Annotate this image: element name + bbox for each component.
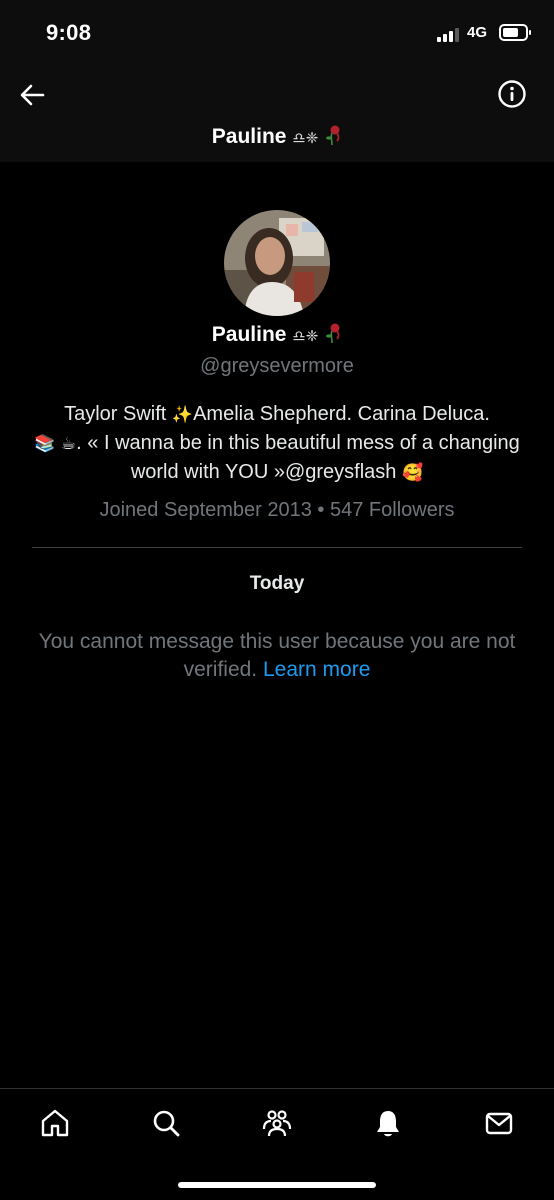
divider [32,547,522,548]
joined-date: Joined September 2013 [99,499,312,521]
communities-tab[interactable] [261,1107,293,1139]
profile-name-symbols: ♎︎❈ [292,328,319,345]
smiling-hearts-emoji: 🥰 [401,463,424,482]
meta-separator: • [317,499,325,521]
date-separator: Today [249,573,305,594]
profile-handle[interactable]: @greysevermore [0,355,554,378]
status-time: 9:08 [46,20,92,45]
profile-display-name: Pauline [211,323,287,346]
wilted-rose-icon [326,323,340,344]
notifications-tab[interactable] [372,1107,404,1139]
messages-tab[interactable] [483,1107,515,1139]
bio-text: . « I wanna be in this beautiful mess of… [76,432,520,483]
conversation-header: Pauline ♎︎❈ [0,66,554,162]
status-bar: 9:08 4G [0,0,554,66]
info-button[interactable] [496,78,528,110]
profile-name[interactable]: Pauline ♎︎❈ [0,322,554,347]
followers-count[interactable]: 547 Followers [330,499,455,521]
bio-text: Amelia Shepherd. Carina Deluca. [193,403,490,425]
signal-icon [437,26,463,42]
learn-more-link[interactable]: Learn more [263,658,370,681]
search-tab[interactable] [150,1107,182,1139]
books-emoji: 📚 [34,434,56,453]
notifications-icon [377,1111,399,1137]
wilted-rose-icon [326,125,340,146]
cannot-message-notice: You cannot message this user because you… [12,628,542,684]
bio-text: Taylor Swift [64,403,172,425]
home-tab[interactable] [39,1107,71,1139]
profile-meta: Joined September 2013 • 547 Followers [0,499,554,522]
battery-icon [499,24,531,41]
header-name: Pauline [211,125,287,148]
network-type: 4G [467,24,488,41]
header-name-symbols: ♎︎❈ [292,130,319,147]
sparkles-emoji: ✨ [171,405,194,424]
arrow-left-icon [20,84,45,106]
home-indicator[interactable] [178,1182,376,1188]
profile-bio: Taylor Swift ✨Amelia Shepherd. Carina De… [22,400,532,487]
home-icon [41,1109,69,1137]
dm-conversation-screen: 9:08 4G Pauline ♎︎❈ Pauline ♎︎❈ @greysev… [0,0,554,1200]
communities-icon [262,1110,292,1137]
avatar[interactable] [224,210,330,316]
info-icon [498,80,526,108]
messages-icon [485,1112,513,1135]
avatar-photo [224,210,330,316]
coffee-emoji: ☕ [60,434,77,453]
search-icon [153,1110,180,1137]
back-button[interactable] [16,78,50,112]
header-title[interactable]: Pauline ♎︎❈ [0,124,554,149]
